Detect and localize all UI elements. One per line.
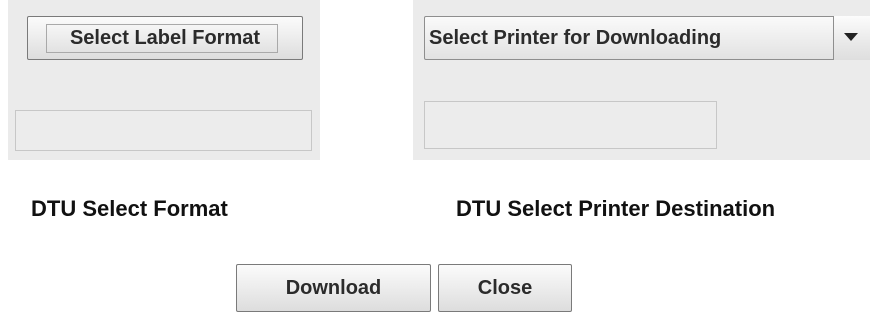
selected-printer-field[interactable] <box>424 101 717 149</box>
close-button[interactable]: Close <box>438 264 572 312</box>
download-button-label: Download <box>285 276 382 299</box>
printer-select-dropdown[interactable]: Select Printer for Downloading <box>424 16 870 60</box>
format-caption: DTU Select Format <box>31 196 228 221</box>
select-label-format-button[interactable]: Select Label Format <box>27 16 303 60</box>
download-button[interactable]: Download <box>236 264 431 312</box>
triangle-down-icon <box>844 33 858 41</box>
dropdown-arrow-button[interactable] <box>833 16 870 60</box>
close-button-label: Close <box>477 276 533 299</box>
selected-format-field[interactable] <box>15 110 312 151</box>
focus-ring <box>46 24 278 53</box>
printer-caption: DTU Select Printer Destination <box>456 196 776 221</box>
printer-select-value: Select Printer for Downloading <box>429 27 722 49</box>
